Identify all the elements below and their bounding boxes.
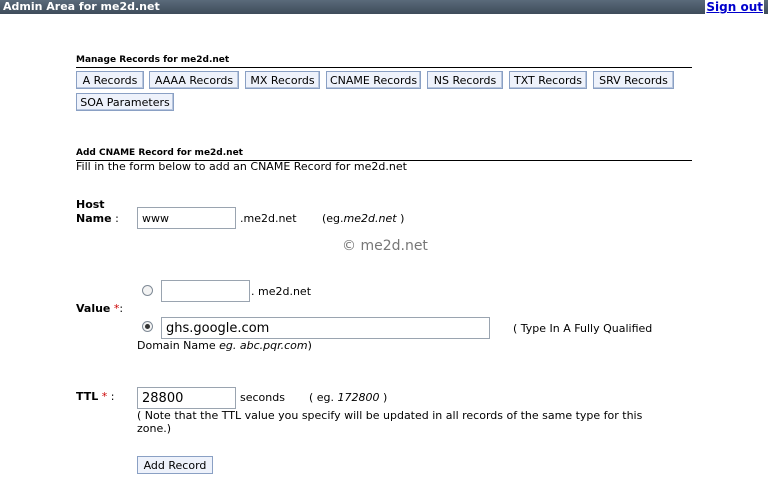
value-hint-prefix: Domain Name	[137, 339, 216, 352]
ttl-example-prefix: ( eg.	[309, 391, 335, 404]
value-label-group: Value *:	[76, 302, 123, 315]
host-example-suffix: )	[400, 212, 405, 225]
form-instructions: Fill in the form below to add an CNAME R…	[76, 160, 407, 173]
tab-soa-parameters[interactable]: SOA Parameters	[76, 93, 174, 111]
value-local-suffix: . me2d.net	[251, 285, 312, 298]
value-radio-fqdn[interactable]	[142, 321, 153, 332]
ttl-colon: :	[110, 390, 115, 403]
value-colon: :	[119, 302, 124, 315]
value-hint-suffix: )	[307, 339, 312, 352]
value-local-input[interactable]	[161, 280, 250, 302]
tab-txt-records[interactable]: TXT Records	[509, 71, 587, 89]
manage-records-heading: Manage Records for me2d.net	[76, 55, 692, 68]
tab-ns-records[interactable]: NS Records	[427, 71, 503, 89]
ttl-label-group: TTL * :	[76, 390, 115, 403]
value-fqdn-input[interactable]	[161, 317, 490, 339]
host-suffix: .me2d.net	[240, 212, 297, 225]
ttl-unit: seconds	[240, 391, 285, 404]
tab-a-records[interactable]: A Records	[76, 71, 144, 89]
value-hint-line1: ( Type In A Fully Qualified	[513, 322, 653, 335]
ttl-note-line1: ( Note that the TTL value you specify wi…	[137, 409, 643, 422]
ttl-example-suffix: )	[383, 391, 388, 404]
host-name-input[interactable]	[137, 207, 236, 229]
top-bar: Admin Area for me2d.net Sign out	[0, 0, 768, 15]
watermark: © me2d.net	[342, 238, 428, 254]
admin-title: Admin Area for me2d.net	[3, 0, 160, 13]
host-label: Name :	[76, 212, 119, 225]
value-hint-example: eg. abc.pqr.com	[219, 339, 308, 352]
ttl-example-value: 172800	[337, 391, 380, 404]
host-label-line2: Name	[76, 212, 112, 225]
sign-out-link[interactable]: Sign out	[705, 0, 764, 15]
host-label-line1: Host	[76, 198, 105, 211]
tab-aaaa-records[interactable]: AAAA Records	[149, 71, 239, 89]
value-label: Value	[76, 302, 111, 315]
tab-srv-records[interactable]: SRV Records	[593, 71, 674, 89]
value-radio-local[interactable]	[142, 285, 153, 296]
add-record-button[interactable]: Add Record	[137, 456, 213, 474]
tab-cname-records[interactable]: CNAME Records	[326, 71, 421, 89]
ttl-required-marker: *	[101, 390, 108, 403]
ttl-example: ( eg. 172800 )	[309, 391, 387, 404]
ttl-note-line2: zone.)	[137, 422, 172, 435]
ttl-input[interactable]	[137, 387, 236, 409]
host-example: (eg.me2d.net )	[322, 212, 404, 225]
ttl-label: TTL	[76, 390, 99, 403]
host-example-prefix: (eg.	[322, 212, 344, 225]
value-hint-line2: Domain Name eg. abc.pqr.com)	[137, 339, 312, 352]
host-colon: :	[115, 212, 119, 225]
tab-mx-records[interactable]: MX Records	[245, 71, 320, 89]
host-example-value: me2d.net	[343, 212, 397, 225]
